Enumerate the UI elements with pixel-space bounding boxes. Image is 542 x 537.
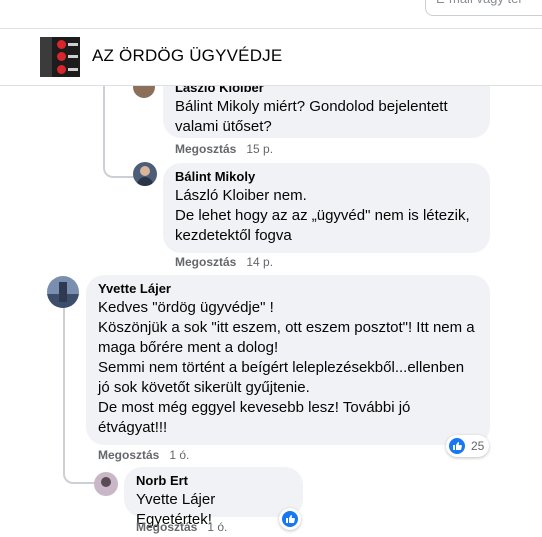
comment-time[interactable]: 15 p.	[246, 142, 273, 156]
avatar[interactable]	[94, 472, 118, 496]
comment-bubble: Norb Ert Yvette Lájer Egyetértek!	[124, 467, 303, 528]
like-icon	[282, 511, 298, 527]
comment-text: László Kloiber nem. De lehet hogy az az …	[175, 187, 470, 244]
comment-bubble: Bálint Mikoly László Kloiber nem. De leh…	[163, 163, 490, 253]
top-bar: E-mail vagy tel	[0, 0, 542, 28]
comment-author[interactable]: Norb Ert	[136, 473, 291, 488]
page-header: AZ ÖRDÖG ÜGYVÉDJE	[0, 28, 542, 86]
comment-author[interactable]: László Kloiber	[175, 86, 478, 95]
comment-bubble: László Kloiber Bálint Mikoly miért? Gond…	[163, 86, 490, 138]
avatar[interactable]	[133, 162, 157, 186]
avatar[interactable]	[133, 86, 155, 98]
share-link[interactable]: Megosztás	[136, 520, 197, 534]
comment-time[interactable]: 14 p.	[246, 255, 273, 269]
comment-feed: László Kloiber Bálint Mikoly miért? Gond…	[0, 86, 542, 537]
share-link[interactable]: Megosztás	[98, 448, 159, 462]
comment-time[interactable]: 1 ó.	[207, 520, 227, 534]
page-title[interactable]: AZ ÖRDÖG ÜGYVÉDJE	[92, 46, 282, 66]
comment-bubble: Yvette Lájer Kedves "ördög ügyvédje" ! K…	[86, 275, 490, 445]
comment-time[interactable]: 1 ó.	[169, 448, 189, 462]
reaction-count[interactable]	[279, 508, 301, 530]
share-link[interactable]: Megosztás	[175, 142, 236, 156]
comment-author[interactable]: Yvette Lájer	[98, 281, 478, 296]
comment-meta: Megosztás 15 p.	[175, 142, 273, 156]
comment-meta: Megosztás 1 ó.	[136, 520, 227, 534]
comment-text: Kedves "ördög ügyvédje" ! Köszönjük a so…	[98, 299, 475, 436]
reaction-count[interactable]: 25	[446, 435, 490, 457]
comment-meta: Megosztás 14 p.	[175, 255, 273, 269]
comment-text: Bálint Mikoly miért? Gondolod bejelentet…	[175, 98, 448, 135]
comment-author[interactable]: Bálint Mikoly	[175, 169, 478, 184]
comment-meta: Megosztás 1 ó.	[98, 448, 189, 462]
login-email-input[interactable]: E-mail vagy tel	[425, 0, 542, 16]
share-link[interactable]: Megosztás	[175, 255, 236, 269]
reaction-number: 25	[471, 439, 485, 453]
avatar[interactable]	[47, 276, 79, 308]
like-icon	[449, 438, 465, 454]
page-logo[interactable]	[40, 37, 80, 77]
